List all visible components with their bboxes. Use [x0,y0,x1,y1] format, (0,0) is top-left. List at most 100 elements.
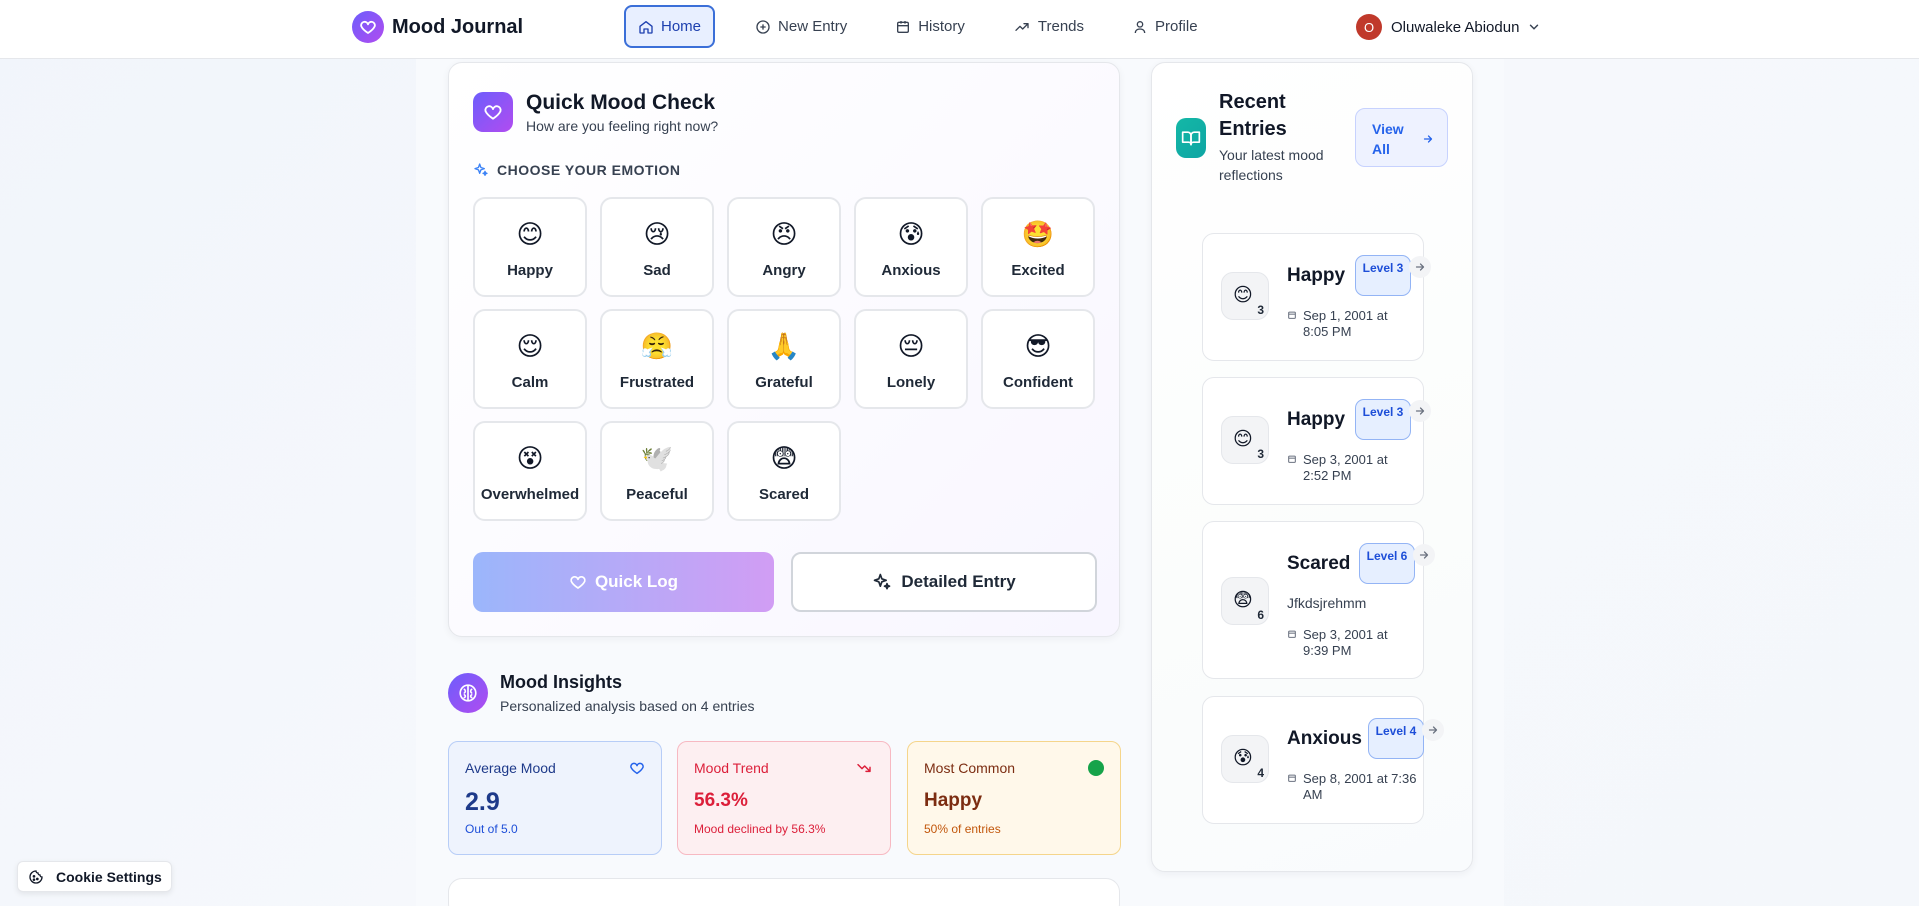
entry-emoji: 😊 [1233,429,1253,450]
emotion-frustrated[interactable]: 😤 Frustrated [600,309,714,409]
emotion-calm[interactable]: 😌 Calm [473,309,587,409]
quick-log-label: Quick Log [594,572,679,591]
emotion-label: Peaceful [626,486,688,503]
entry-emoji: 😊 [1233,285,1253,306]
emotion-sad[interactable]: 😢 Sad [600,197,714,297]
calendar-icon [1288,311,1296,319]
emotion-label: Happy [507,262,553,279]
heart-icon [570,576,586,589]
entry-emoji: 😰 [1233,748,1253,769]
emotion-confident[interactable]: 😎 Confident [981,309,1095,409]
calendar-icon [1288,774,1296,782]
home-icon [639,20,653,34]
emotion-emoji: 😵 [516,443,544,473]
emotion-grateful[interactable]: 🙏 Grateful [727,309,841,409]
nav-home-label: Home [661,18,702,35]
book-open-icon [1176,118,1206,158]
user-icon [1134,20,1146,33]
calendar-icon [897,20,910,33]
entry-date: Sep 8, 2001 at 7:36 AM [1287,771,1422,803]
nav-history[interactable]: History [881,5,979,48]
entry-level-number: 4 [1257,766,1264,780]
main-nav: Home New Entry History Trends Profile [624,5,1232,48]
nav-profile[interactable]: Profile [1118,5,1212,48]
arrow-right-icon [1423,135,1433,143]
entry-level-number: 6 [1257,608,1264,622]
user-menu[interactable]: O Oluwaleke Abiodun [1356,14,1541,40]
entry-card[interactable]: 😰 4 Anxious Level 4 Sep 8, 2001 at 7:36 … [1202,696,1444,824]
arrow-right-icon[interactable] [1413,544,1435,566]
emotion-overwhelmed[interactable]: 😵 Overwhelmed [473,421,587,521]
most-common-card: Most Common Happy 50% of entries [907,741,1121,855]
emotion-emoji: 😰 [897,219,925,249]
emotion-emoji: 🤩 [1021,219,1055,249]
nav-new-entry[interactable]: New Entry [741,5,861,48]
entry-emoji-badge: 😊 3 [1221,272,1269,320]
entry-level-number: 3 [1257,303,1264,317]
emotion-label: Calm [511,374,549,391]
cookie-settings-label: Cookie Settings [56,868,162,885]
most-common-label: Most Common [924,760,1016,776]
view-all-label: View All [1372,121,1404,157]
brand[interactable]: Mood Journal [352,11,523,43]
heart-icon [473,92,513,132]
calendar-icon [1288,455,1296,463]
emotion-label: Lonely [886,374,936,391]
entry-emoji: 😨 [1233,590,1253,611]
detailed-entry-label: Detailed Entry [901,572,1016,591]
emotion-excited[interactable]: 🤩 Excited [981,197,1095,297]
entry-card[interactable]: 😊 3 Happy Level 3 Sep 1, 2001 at 8:05 PM [1202,233,1431,361]
emotion-peaceful[interactable]: 🕊️ Peaceful [600,421,714,521]
next-section-card [448,878,1120,906]
emotion-happy[interactable]: 😊 Happy [473,197,587,297]
entry-emoji-badge: 😊 3 [1221,416,1269,464]
nav-trends[interactable]: Trends [999,5,1098,48]
emotion-label: Excited [1011,262,1065,279]
mood-trend-note: Mood declined by 56.3% [694,822,826,836]
entry-card[interactable]: 😨 6 Scared Level 6 Jfkdsjrehmm Sep 3, 20… [1202,521,1435,679]
view-all-button[interactable]: View All [1355,108,1448,167]
average-mood-note: Out of 5.0 [465,822,518,836]
entry-date-text: Sep 3, 2001 at 2:52 PM [1303,452,1388,483]
emotion-emoji: 😌 [516,331,544,361]
emotion-angry[interactable]: 😠 Angry [727,197,841,297]
arrow-right-icon[interactable] [1409,256,1431,278]
plus-circle-icon [756,19,770,34]
entry-emoji-badge: 😨 6 [1221,577,1269,625]
nav-home[interactable]: Home [624,5,716,48]
entry-emoji-badge: 😰 4 [1221,735,1269,783]
quick-log-button[interactable]: Quick Log [473,552,774,612]
entry-level-badge: Level 4 [1368,718,1424,759]
quick-mood-title: Quick Mood Check [526,91,716,114]
detailed-entry-button[interactable]: Detailed Entry [791,552,1097,612]
cookie-settings-button[interactable]: Cookie Settings [17,861,172,892]
emotion-label: Confident [1003,374,1073,391]
brain-icon [448,673,488,713]
emotion-emoji: 😔 [897,331,925,361]
nav-history-label: History [918,18,965,35]
emotion-label: Overwhelmed [480,486,580,503]
choose-emotion-label: CHOOSE YOUR EMOTION [497,162,681,178]
arrow-right-icon[interactable] [1409,400,1431,422]
avatar: O [1356,14,1382,40]
emotion-emoji: 😊 [516,219,544,249]
entry-card[interactable]: 😊 3 Happy Level 3 Sep 3, 2001 at 2:52 PM [1202,377,1431,505]
emotion-emoji: 😎 [1024,331,1052,361]
average-mood-card: Average Mood 2.9 Out of 5.0 [448,741,662,855]
most-common-value: Happy [924,790,983,811]
emotion-label: Frustrated [619,374,695,391]
nav-trends-label: Trends [1037,18,1085,35]
emotion-scared[interactable]: 😨 Scared [727,421,841,521]
emotion-label: Angry [762,262,806,279]
emotion-lonely[interactable]: 😔 Lonely [854,309,968,409]
recent-entries-title: Recent Entries [1219,91,1287,140]
entry-level-badge: Level 3 [1355,255,1411,296]
quick-mood-subtitle: How are you feeling right now? [526,118,719,134]
emotion-anxious[interactable]: 😰 Anxious [854,197,968,297]
recent-entries-card: Recent Entries Your latest mood reflecti… [1151,62,1473,872]
top-navbar: Mood Journal Home New Entry History Tren… [0,0,1919,59]
insights-subtitle: Personalized analysis based on 4 entries [500,698,755,714]
entry-date: Sep 1, 2001 at 8:05 PM [1287,308,1412,340]
arrow-right-icon[interactable] [1422,719,1444,741]
mood-trend-label: Mood Trend [694,760,769,776]
